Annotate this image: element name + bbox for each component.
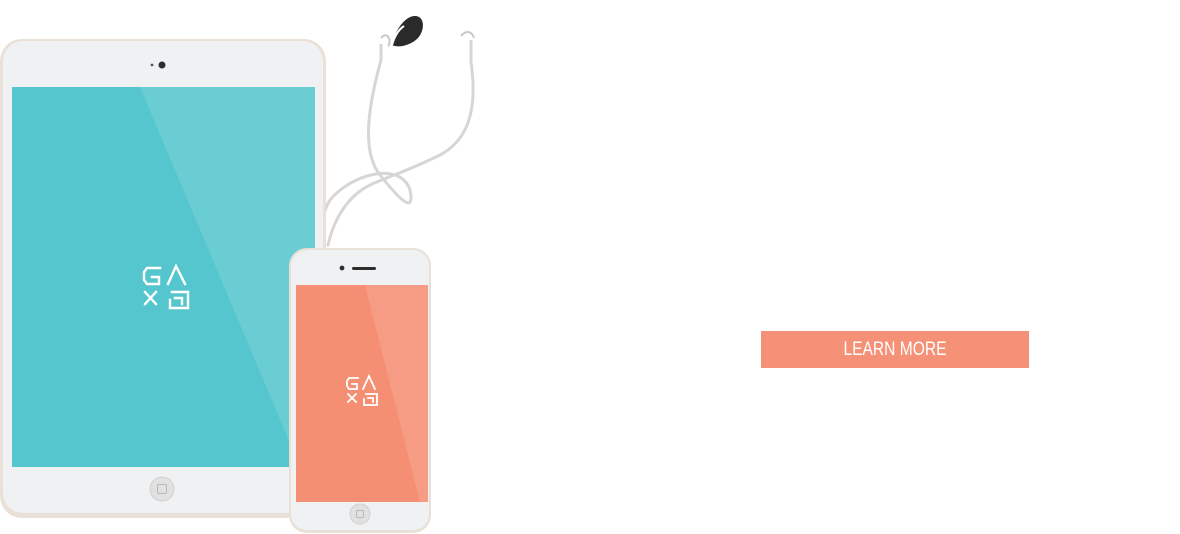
earphones-icon: [321, 16, 475, 252]
hero-illustration: [0, 16, 475, 533]
tablet-device: [0, 39, 326, 518]
learn-more-label: LEARN MORE: [843, 339, 947, 360]
phone-device: [289, 248, 431, 533]
learn-more-button[interactable]: LEARN MORE: [761, 331, 1029, 368]
